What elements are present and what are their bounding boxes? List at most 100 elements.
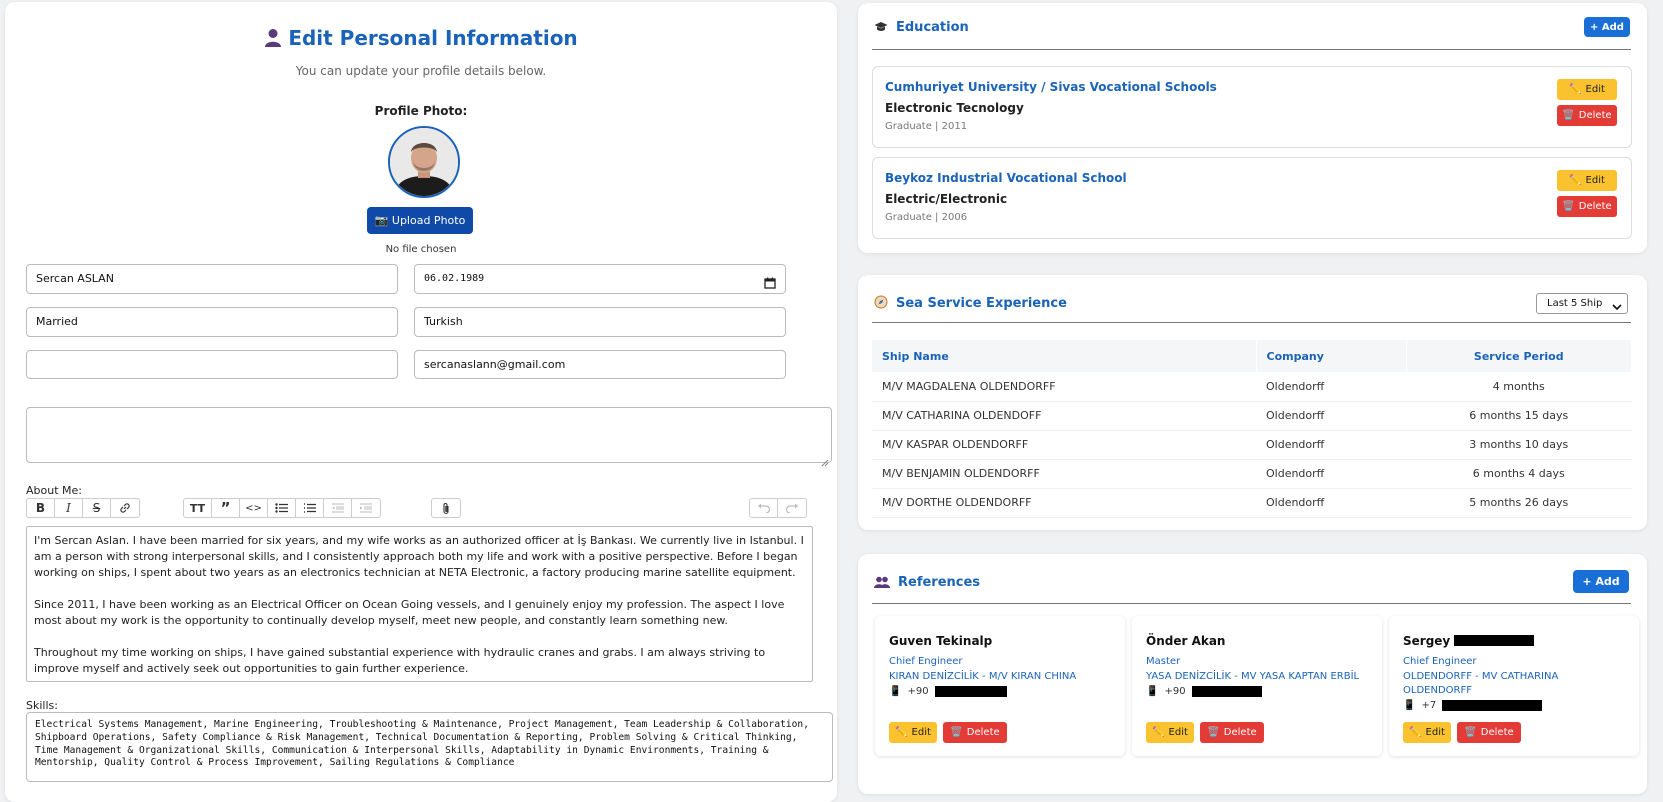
marital-status-input[interactable]: Married xyxy=(26,307,398,337)
edit-label: Edit xyxy=(911,727,931,738)
resize-grip-icon[interactable] xyxy=(821,452,829,467)
ship-name-cell: M/V DORTHE OLDENDORFF xyxy=(872,488,1256,518)
delete-reference-button[interactable]: 🗑️ Delete xyxy=(943,722,1007,743)
add-education-button[interactable]: + Add xyxy=(1584,17,1630,37)
italic-icon[interactable]: I xyxy=(55,499,83,517)
trash-icon: 🗑️ xyxy=(1464,727,1477,738)
page-title: Edit Personal Information xyxy=(5,26,837,53)
delete-reference-button[interactable]: 🗑️ Delete xyxy=(1200,722,1264,743)
delete-label: Delete xyxy=(1578,110,1612,121)
delete-education-button[interactable]: 🗑️ Delete xyxy=(1557,105,1617,126)
redacted-phone xyxy=(934,686,1007,697)
edit-label: Edit xyxy=(1585,84,1605,95)
attach-toolbar xyxy=(431,498,461,518)
education-title: Education xyxy=(874,20,969,37)
nationality-input[interactable]: Turkish xyxy=(414,307,786,337)
delete-education-button[interactable]: 🗑️ Delete xyxy=(1557,196,1617,217)
edit-education-button[interactable]: ✏️ Edit xyxy=(1557,170,1617,191)
full-name-input[interactable]: Sercan ASLAN xyxy=(26,264,398,294)
about-paragraph: I'm Sercan Aslan. I have been married fo… xyxy=(34,534,804,579)
pencil-icon: ✏️ xyxy=(1409,727,1422,738)
people-icon xyxy=(874,576,890,592)
reference-card: Guven Tekinalp Chief Engineer KIRAN DENİ… xyxy=(875,616,1125,756)
compass-icon xyxy=(874,295,888,313)
edit-reference-button[interactable]: ✏️ Edit xyxy=(889,722,937,743)
numbered-list-icon[interactable] xyxy=(296,499,324,517)
ship-count-select[interactable]: Last 5 Ship xyxy=(1536,293,1628,314)
reference-phone: 📱 +90 xyxy=(889,686,1007,697)
phone-icon: 📱 xyxy=(1146,686,1159,697)
user-icon xyxy=(264,28,282,53)
camera-icon: 📷 xyxy=(374,214,389,227)
reference-card: Sergey Chief Engineer OLDENDORFF - MV CA… xyxy=(1389,616,1639,756)
birth-date-value: 06.02.1989 xyxy=(424,273,485,284)
column-header: Service Period xyxy=(1406,340,1632,372)
paperclip-icon[interactable] xyxy=(432,499,460,517)
phone-input[interactable] xyxy=(26,350,398,379)
delete-label: Delete xyxy=(966,727,1000,738)
redacted-phone xyxy=(1442,700,1543,711)
outdent-icon[interactable] xyxy=(324,499,352,517)
page-title-text: Edit Personal Information xyxy=(288,26,578,50)
file-status: No file chosen xyxy=(385,244,457,255)
undo-icon[interactable] xyxy=(750,499,778,517)
profile-avatar xyxy=(388,126,460,198)
graduation-cap-icon xyxy=(874,21,888,37)
birth-date-input[interactable]: 06.02.1989 xyxy=(414,264,786,294)
email-input[interactable]: sercanaslann@gmail.com xyxy=(414,350,786,379)
delete-label: Delete xyxy=(1578,201,1612,212)
education-department: Electronic Tecnology xyxy=(885,101,1024,115)
strikethrough-icon[interactable]: S xyxy=(83,499,111,517)
table-row: M/V KASPAR OLDENDORFF Oldendorff 3 month… xyxy=(872,430,1632,460)
sea-service-title-text: Sea Service Experience xyxy=(896,296,1067,311)
reference-title: Master xyxy=(1146,656,1181,667)
indent-icon[interactable] xyxy=(352,499,380,517)
about-me-label: About Me: xyxy=(26,484,82,497)
sea-service-table: Ship Name Company Service Period M/V MAG… xyxy=(872,340,1632,518)
skills-textarea[interactable]: Electrical Systems Management, Marine En… xyxy=(26,712,833,782)
reference-company: OLDENDORFF - MV CATHARINA OLDENDORFF xyxy=(1403,671,1559,696)
quote-icon[interactable]: ” xyxy=(212,499,240,517)
sea-service-title: Sea Service Experience xyxy=(874,295,1067,313)
redo-icon[interactable] xyxy=(778,499,806,517)
about-me-editor[interactable]: I'm Sercan Aslan. I have been married fo… xyxy=(26,526,813,682)
address-textarea[interactable] xyxy=(26,407,832,467)
bold-icon[interactable]: B xyxy=(27,499,55,517)
reference-name: Guven Tekinalp xyxy=(889,634,993,648)
link-icon[interactable] xyxy=(111,499,139,517)
edit-reference-button[interactable]: ✏️ Edit xyxy=(1146,722,1194,743)
edit-reference-button[interactable]: ✏️ Edit xyxy=(1403,722,1451,743)
about-paragraph: Since 2011, I have been working as an El… xyxy=(34,598,785,627)
education-school: Beykoz Industrial Vocational School xyxy=(885,171,1127,185)
code-icon[interactable]: <> xyxy=(240,499,268,517)
phone-icon: 📱 xyxy=(889,686,902,697)
company-cell: Oldendorff xyxy=(1256,372,1406,402)
period-cell: 4 months xyxy=(1406,372,1632,402)
company-cell: Oldendorff xyxy=(1256,459,1406,489)
references-title: References xyxy=(874,575,980,592)
upload-photo-button[interactable]: 📷 Upload Photo xyxy=(367,207,473,234)
pencil-icon: ✏️ xyxy=(1569,84,1582,95)
period-cell: 5 months 26 days xyxy=(1406,488,1632,518)
edit-education-button[interactable]: ✏️ Edit xyxy=(1557,79,1617,100)
redacted-phone xyxy=(1191,686,1262,697)
heading-icon[interactable]: TT xyxy=(184,499,212,517)
phone-prefix: +90 xyxy=(1164,686,1186,697)
pencil-icon: ✏️ xyxy=(1152,727,1165,738)
education-meta: Graduate | 2006 xyxy=(885,212,968,223)
delete-reference-button[interactable]: 🗑️ Delete xyxy=(1457,722,1521,743)
trash-icon: 🗑️ xyxy=(1562,110,1575,121)
trash-icon: 🗑️ xyxy=(1207,727,1220,738)
skills-label: Skills: xyxy=(26,699,58,712)
page-subtitle: You can update your profile details belo… xyxy=(295,64,547,78)
education-divider xyxy=(872,49,1631,50)
period-cell: 6 months 4 days xyxy=(1406,459,1632,489)
education-meta: Graduate | 2011 xyxy=(885,121,968,132)
delete-label: Delete xyxy=(1480,727,1514,738)
period-cell: 3 months 10 days xyxy=(1406,430,1632,460)
table-row: M/V DORTHE OLDENDORFF Oldendorff 5 month… xyxy=(872,488,1632,518)
block-toolbar: TT ” <> xyxy=(183,498,381,518)
add-reference-button[interactable]: + Add xyxy=(1573,570,1629,593)
bullet-list-icon[interactable] xyxy=(268,499,296,517)
calendar-icon[interactable] xyxy=(764,273,776,289)
